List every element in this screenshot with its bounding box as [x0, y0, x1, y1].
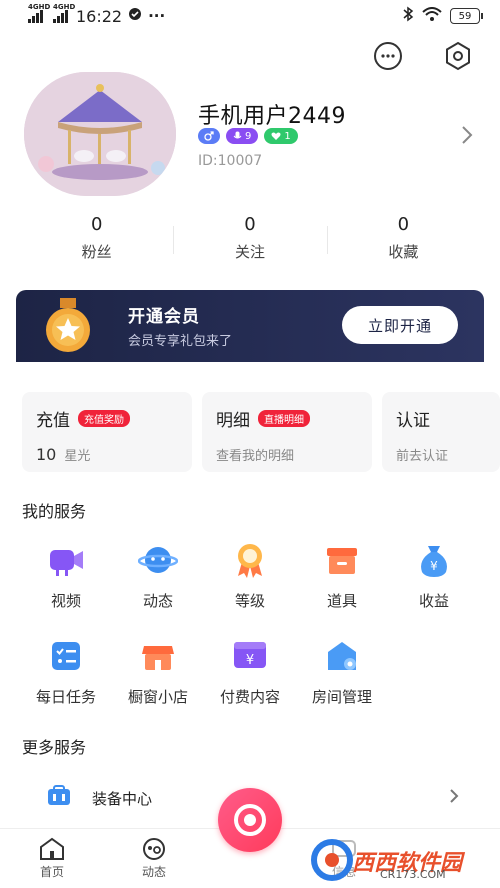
planet-tab-icon [143, 838, 165, 860]
service-level[interactable]: 等级 [204, 540, 296, 611]
recharge-unit: 星光 [64, 449, 91, 464]
vip-title: 开通会员 [128, 307, 200, 327]
stat-favorites[interactable]: 0 收藏 [326, 214, 480, 270]
notification-icon [128, 7, 142, 25]
recharge-title: 充值 [36, 411, 70, 431]
shop-icon [138, 636, 178, 676]
bluetooth-icon [402, 6, 414, 26]
status-dots: ··· [148, 7, 166, 25]
svg-text:¥: ¥ [246, 653, 254, 668]
service-feed[interactable]: 动态 [112, 540, 204, 611]
money-bag-icon: ¥ [414, 540, 454, 580]
service-room-management[interactable]: 房间管理 [296, 636, 388, 707]
open-vip-button[interactable]: 立即开通 [342, 306, 458, 344]
tab-home[interactable]: 首页 [22, 837, 82, 880]
service-paid-content[interactable]: ¥ 付费内容 [204, 636, 296, 707]
service-video[interactable]: 视频 [20, 540, 112, 611]
service-props[interactable]: 道具 [296, 540, 388, 611]
planet-icon [138, 540, 178, 580]
level-badge: 9 [226, 128, 259, 144]
my-services-grid: 视频 动态 等级 道具 ¥ 收益 每日任务 橱窗小店 ¥ 付费内容 房间管理 [16, 540, 484, 720]
vip-subtitle: 会员专享礼包来了 [128, 334, 233, 349]
signal-icon-2: 4GHD [53, 3, 75, 23]
live-camera-icon [234, 804, 266, 836]
username: 手机用户2449 [198, 104, 346, 129]
carousel-image [24, 72, 176, 196]
male-icon [204, 131, 214, 141]
svg-text:¥: ¥ [430, 559, 438, 573]
recharge-tag: 充值奖励 [78, 410, 130, 427]
equipment-icon [46, 783, 72, 813]
vip-banner[interactable]: 开通会员 会员专享礼包来了 立即开通 [16, 290, 484, 362]
status-bar: 4GHD 4GHD 16:22 ··· 59 [0, 0, 500, 32]
wifi-icon [422, 7, 442, 25]
home-icon [40, 837, 64, 860]
status-time: 16:22 [76, 6, 123, 26]
paid-content-icon: ¥ [230, 636, 270, 676]
message-bubble-icon[interactable] [372, 40, 404, 72]
user-id: ID:10007 [198, 153, 263, 169]
detail-sub: 查看我的明细 [216, 449, 295, 464]
fan-badge: 1 [264, 128, 298, 144]
box-icon [322, 540, 362, 580]
user-badges: 9 1 [198, 128, 298, 144]
verify-card[interactable]: 认证 前去认证 [382, 392, 500, 472]
gender-male-badge [198, 128, 220, 144]
detail-tag: 直播明细 [258, 410, 310, 427]
heart-icon [271, 132, 281, 140]
detail-title: 明细 [216, 411, 250, 431]
settings-icon[interactable] [442, 40, 474, 72]
wallet-cards: 充值 充值奖励 10 星光 明细 直播明细 查看我的明细 认证 前去认证 [20, 392, 500, 472]
detail-card[interactable]: 明细 直播明细 查看我的明细 [202, 392, 372, 472]
recharge-card[interactable]: 充值 充值奖励 10 星光 [22, 392, 192, 472]
checklist-icon [46, 636, 86, 676]
service-shop[interactable]: 橱窗小店 [112, 636, 204, 707]
avatar[interactable] [24, 72, 176, 196]
stat-fans[interactable]: 0 粉丝 [20, 214, 173, 270]
signal-icon: 4GHD [28, 3, 50, 23]
medal-icon [230, 540, 270, 580]
room-icon [322, 636, 362, 676]
watermark-url: CR173.COM [380, 868, 446, 881]
recharge-value: 10 [36, 445, 57, 464]
vip-medal-icon [46, 298, 90, 352]
my-services-title: 我的服务 [22, 502, 87, 521]
stats-row: 0 粉丝 0 关注 0 收藏 [20, 214, 480, 270]
mic-icon [233, 131, 242, 139]
stat-following[interactable]: 0 关注 [173, 214, 326, 270]
go-live-button[interactable] [218, 788, 282, 852]
top-actions [372, 40, 474, 72]
service-daily-tasks[interactable]: 每日任务 [20, 636, 112, 707]
tab-feed[interactable]: 动态 [124, 837, 184, 880]
chevron-right-icon[interactable] [460, 124, 474, 150]
verify-sub: 前去认证 [396, 449, 449, 464]
verify-title: 认证 [396, 411, 430, 431]
video-camera-icon [46, 540, 86, 580]
battery-icon: 59 [450, 8, 483, 24]
chevron-right-icon [448, 787, 460, 809]
watermark-icon [311, 839, 353, 881]
equipment-center-label: 装备中心 [92, 789, 153, 808]
service-earnings[interactable]: ¥ 收益 [388, 540, 480, 611]
more-services-title: 更多服务 [22, 738, 87, 757]
